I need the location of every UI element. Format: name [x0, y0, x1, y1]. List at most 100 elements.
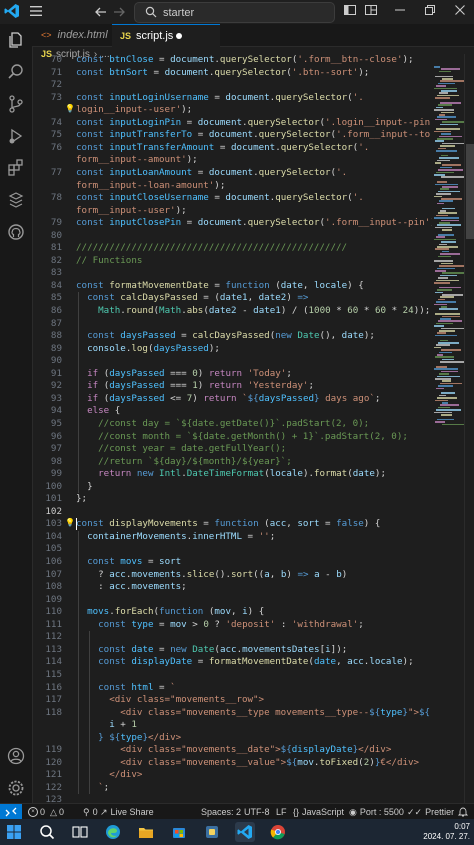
code-line[interactable]: 108 : acc.movements;	[32, 581, 432, 594]
code-line[interactable]: 94 else {	[32, 405, 432, 418]
source-control-icon[interactable]	[4, 92, 28, 116]
encoding-button[interactable]: UTF-8	[244, 804, 270, 820]
code-line[interactable]: 74 const inputLoginPin = document.querySe…	[32, 117, 432, 130]
code-line[interactable]: 91 if (daysPassed === 0) return 'Today';	[32, 368, 432, 381]
code-line[interactable]: 75 const inputTransferTo = document.query…	[32, 129, 432, 142]
task-view-icon[interactable]	[70, 822, 90, 842]
code-line[interactable]: 85 const calcDaysPassed = (date1, date2)…	[32, 292, 432, 305]
code-line[interactable]: 97 //const year = date.getFullYear();	[32, 443, 432, 456]
code-line[interactable]: form__input--loan-amount');	[32, 180, 432, 193]
code-line[interactable]: 112	[32, 631, 432, 644]
code-editor[interactable]: 70 const btnClose = document.querySelecto…	[32, 54, 432, 803]
code-line[interactable]: 87	[32, 318, 432, 331]
code-line[interactable]: 82 // Functions	[32, 255, 432, 268]
code-line[interactable]: 118 <div class="movements__type movement…	[32, 707, 432, 720]
close-window-icon[interactable]	[453, 3, 467, 20]
tab-index-html[interactable]: <> index.html	[32, 24, 119, 46]
code-line[interactable]: 98 //return `${day}/${month}/${year}`;	[32, 456, 432, 469]
code-line[interactable]: 115	[32, 669, 432, 682]
code-line[interactable]: 102	[32, 506, 432, 519]
code-line[interactable]: 110 movs.forEach(function (mov, i) {	[32, 606, 432, 619]
code-line[interactable]: 80	[32, 230, 432, 243]
unsaved-dot-icon[interactable]	[176, 33, 182, 39]
code-line[interactable]: 93 if (daysPassed <= 7) return `${daysPa…	[32, 393, 432, 406]
code-line[interactable]: 90	[32, 355, 432, 368]
code-line[interactable]: 119 <div class="movements__date">${displ…	[32, 744, 432, 757]
code-line[interactable]: 106 const movs = sort	[32, 556, 432, 569]
microsoft-store-icon[interactable]	[169, 822, 189, 842]
code-line[interactable]: 122 `;	[32, 782, 432, 795]
scrollbar-thumb[interactable]	[466, 144, 474, 239]
minimize-icon[interactable]	[393, 3, 407, 20]
code-line[interactable]: 121 </div>	[32, 769, 432, 782]
code-line[interactable]: login__input--user');	[32, 104, 432, 117]
vertical-scrollbar[interactable]	[464, 54, 474, 803]
code-line[interactable]: 73 const inputLoginUsername = document.qu…	[32, 92, 432, 105]
chrome-browser-icon[interactable]	[268, 822, 288, 842]
code-line[interactable]: 100 }	[32, 481, 432, 494]
code-line[interactable]: 101};	[32, 493, 432, 506]
lightbulb-icon[interactable]: 💡	[65, 104, 75, 113]
lightbulb-icon[interactable]: 💡	[65, 518, 75, 527]
code-line[interactable]: 71 const btnSort = document.querySelector…	[32, 67, 432, 80]
problems-indicator[interactable]: × 0 △ 0	[28, 804, 64, 820]
menu-hamburger-icon[interactable]	[29, 4, 43, 18]
code-line[interactable]: 105	[32, 543, 432, 556]
restore-icon[interactable]	[423, 3, 437, 20]
code-line[interactable]: 81 //////////////////////////////////////…	[32, 242, 432, 255]
run-debug-icon[interactable]	[4, 124, 28, 148]
code-line[interactable]: 88 const daysPassed = calcDaysPassed(new…	[32, 330, 432, 343]
code-line[interactable]: 78 const inputCloseUsername = document.qu…	[32, 192, 432, 205]
indentation-button[interactable]: Spaces: 2	[201, 804, 241, 820]
prettier-button[interactable]: ✓✓ Prettier	[407, 804, 454, 820]
notifications-bell-icon[interactable]	[458, 804, 468, 820]
windows-start-icon[interactable]	[4, 822, 24, 842]
code-line[interactable]: i + 1	[32, 719, 432, 732]
toggle-primary-sidebar-icon[interactable]	[343, 3, 357, 20]
python-app-icon[interactable]	[202, 822, 222, 842]
code-line[interactable]: 92 if (daysPassed === 1) return 'Yesterd…	[32, 380, 432, 393]
code-line[interactable]: 84 const formatMovementDate = function (d…	[32, 280, 432, 293]
command-center-search[interactable]: starter	[134, 2, 335, 23]
code-line[interactable]: 70 const btnClose = document.querySelecto…	[32, 54, 432, 67]
code-line[interactable]: 107 ? acc.movements.slice().sort((a, b) …	[32, 569, 432, 582]
edge-browser-icon[interactable]	[103, 822, 123, 842]
code-line[interactable]: 116 const html = `	[32, 682, 432, 695]
remote-explorer-icon[interactable]	[4, 188, 28, 212]
vscode-logo-icon[interactable]	[4, 3, 20, 19]
code-line[interactable]: 76 const inputTransferAmount = document.q…	[32, 142, 432, 155]
settings-gear-icon[interactable]	[4, 776, 28, 800]
code-line[interactable]: 83	[32, 267, 432, 280]
github-icon[interactable]	[4, 220, 28, 244]
search-icon[interactable]	[4, 60, 28, 84]
code-line[interactable]: form__input--amount');	[32, 154, 432, 167]
vscode-taskbar-icon[interactable]	[235, 822, 255, 842]
explorer-icon[interactable]	[4, 28, 28, 52]
extensions-icon[interactable]	[4, 156, 28, 180]
code-line[interactable]: } ${type}</div>	[32, 732, 432, 745]
code-line[interactable]: 79 const inputClosePin = document.querySe…	[32, 217, 432, 230]
customize-layout-icon[interactable]	[364, 3, 378, 20]
code-line[interactable]: 123	[32, 794, 432, 803]
forward-arrow-icon[interactable]	[110, 3, 128, 21]
taskbar-search-icon[interactable]	[37, 822, 57, 842]
code-line[interactable]: 103 const displayMovements = function (ac…	[32, 518, 432, 531]
code-line[interactable]: 72	[32, 79, 432, 92]
code-line[interactable]: 120 <div class="movements__value">${mov.…	[32, 757, 432, 770]
code-line[interactable]: 99 return new Intl.DateTimeFormat(locale…	[32, 468, 432, 481]
account-icon[interactable]	[4, 744, 28, 768]
code-line[interactable]: 95 //const day = `${date.getDate()}`.pad…	[32, 418, 432, 431]
live-share-button[interactable]: ↗ Live Share	[100, 804, 154, 820]
code-line[interactable]: 96 //const month = `${date.getMonth() + …	[32, 431, 432, 444]
tab-script-js[interactable]: JS script.js	[112, 24, 220, 47]
code-line[interactable]: 117 <div class="movements__row">	[32, 694, 432, 707]
live-server-port-button[interactable]: ◉ Port : 5500	[349, 804, 404, 820]
back-arrow-icon[interactable]	[92, 3, 110, 21]
language-mode-button[interactable]: {} JavaScript	[293, 804, 344, 820]
remote-indicator-icon[interactable]	[0, 804, 22, 820]
file-explorer-icon[interactable]	[136, 822, 156, 842]
minimap[interactable]	[432, 54, 467, 803]
code-line[interactable]: 86 Math.round(Math.abs(date2 - date1) / …	[32, 305, 432, 318]
code-line[interactable]: form__input--user');	[32, 205, 432, 218]
code-line[interactable]: 77 const inputLoanAmount = document.query…	[32, 167, 432, 180]
